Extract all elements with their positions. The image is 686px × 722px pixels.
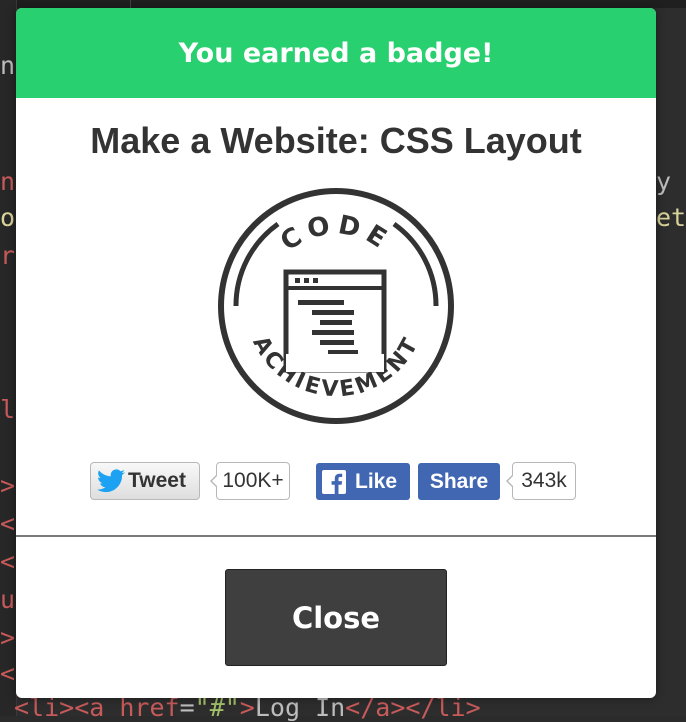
twitter-bird-icon <box>97 469 125 493</box>
facebook-icon <box>322 469 346 494</box>
close-button[interactable]: Close <box>225 569 447 666</box>
editor-top-bar <box>0 0 686 8</box>
facebook-share-button[interactable]: Share <box>418 463 500 500</box>
code-achievement-badge: CODE ACHIEVEMENT <box>216 186 456 426</box>
badge-title: Make a Website: CSS Layout <box>90 120 582 161</box>
close-label: Close <box>291 600 381 635</box>
code-line-fragment: y <box>656 167 672 196</box>
svg-text:CODE: CODE <box>275 210 396 257</box>
code-line-bottom: <li><a href="#">Log In</a></li> <box>14 693 481 722</box>
modal-divider <box>16 535 656 537</box>
share-count: 343k <box>506 462 576 500</box>
tweet-label: Tweet <box>128 469 186 492</box>
code-line-fragment: > <box>0 623 16 652</box>
social-share-bar: Tweet 100K+ Like Share 343k <box>16 462 656 502</box>
modal-header: You earned a badge! <box>16 8 656 98</box>
code-line-fragment: > <box>0 471 16 500</box>
modal-header-title: You earned a badge! <box>178 37 494 69</box>
badge-modal: You earned a badge! Make a Website: CSS … <box>16 8 656 698</box>
badge-top-text: CODE <box>275 210 390 257</box>
badge-icon: CODE ACHIEVEMENT <box>218 188 454 424</box>
tweet-count: 100K+ <box>210 462 290 500</box>
share-label: Share <box>429 469 489 493</box>
like-label: Like <box>355 469 398 493</box>
tweet-button[interactable]: Tweet <box>90 462 200 500</box>
code-line-fragment: et' <box>656 203 686 232</box>
facebook-like-button[interactable]: Like <box>316 463 410 500</box>
